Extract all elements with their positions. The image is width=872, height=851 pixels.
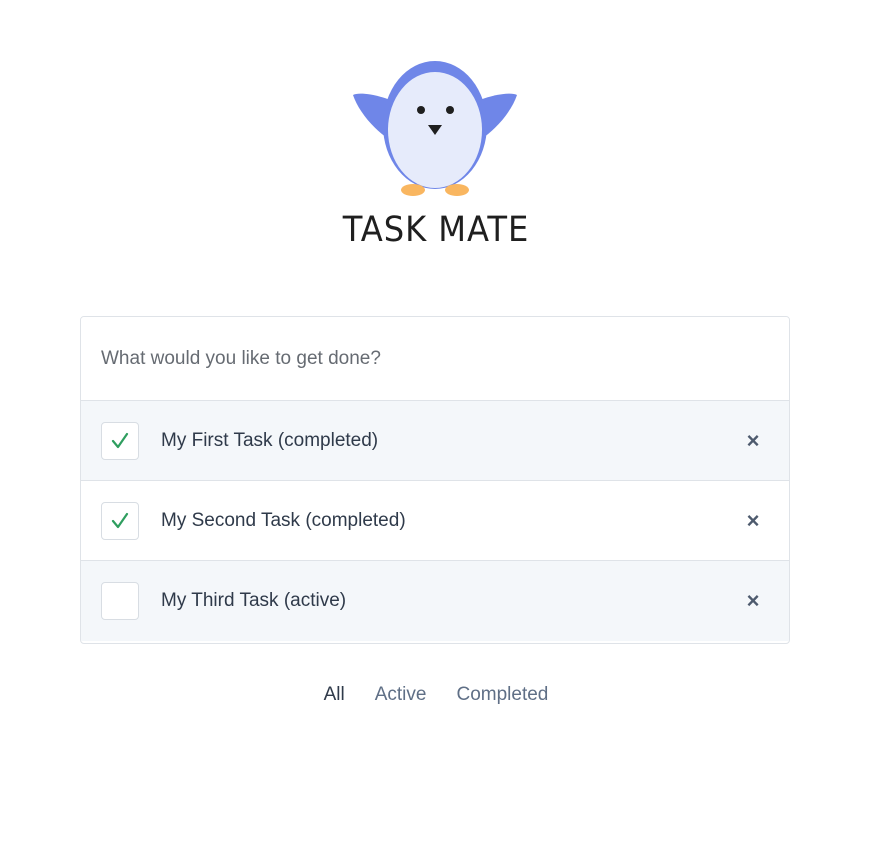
task-checkbox[interactable] xyxy=(101,582,139,620)
delete-task-button[interactable]: × xyxy=(739,507,767,535)
task-label: My Second Task (completed) xyxy=(161,509,406,531)
task-row: My First Task (completed) × xyxy=(81,401,789,481)
filter-bar: All Active Completed xyxy=(0,684,872,706)
delete-task-button[interactable]: × xyxy=(739,427,767,455)
task-checkbox[interactable] xyxy=(101,501,139,540)
new-task-input[interactable] xyxy=(81,317,789,401)
task-row: My Second Task (completed) × xyxy=(81,481,789,561)
app-title: TASK MATE xyxy=(342,210,530,250)
penguin-logo-icon xyxy=(353,61,517,196)
task-label: My Third Task (active) xyxy=(161,590,347,611)
filter-active[interactable]: Active xyxy=(375,684,427,706)
task-row: My Third Task (active) × xyxy=(81,561,789,641)
checkmark-icon xyxy=(111,512,129,528)
filter-all[interactable]: All xyxy=(324,684,345,706)
task-checkbox[interactable] xyxy=(101,421,139,460)
task-label: My First Task (completed) xyxy=(161,429,379,451)
checkmark-icon xyxy=(111,432,129,448)
delete-task-button[interactable]: × xyxy=(739,587,767,615)
todo-card: My First Task (completed) × My Second Ta… xyxy=(80,316,790,644)
filter-completed[interactable]: Completed xyxy=(456,684,548,706)
